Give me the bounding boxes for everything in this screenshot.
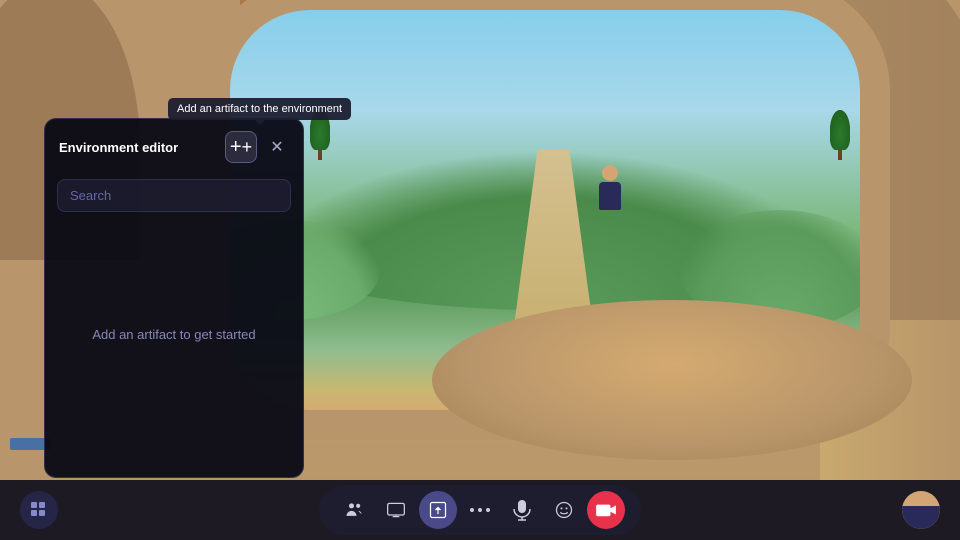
tree5 <box>830 110 850 160</box>
tree3 <box>310 110 330 160</box>
stage <box>432 300 912 460</box>
mic-icon <box>513 499 531 521</box>
grid-menu-button[interactable] <box>20 491 58 529</box>
plus-icon: + <box>233 139 249 155</box>
environment-editor-panel: Environment editor + ✕ Add an artifact t… <box>44 118 304 478</box>
avatar-body <box>599 182 621 210</box>
mic-button[interactable] <box>503 491 541 529</box>
toolbar-center <box>319 485 641 535</box>
camera-icon <box>595 501 617 519</box>
people-button[interactable] <box>335 491 373 529</box>
share-icon <box>428 500 448 520</box>
close-icon: ✕ <box>270 137 283 157</box>
grid-icon <box>30 501 48 519</box>
panel-title: Environment editor <box>59 140 178 155</box>
screen-share-button[interactable] <box>377 491 415 529</box>
more-options-button[interactable] <box>461 491 499 529</box>
emoji-icon <box>554 500 574 520</box>
toolbar <box>0 480 960 540</box>
empty-state: Add an artifact to get started <box>45 224 303 444</box>
camera-button[interactable] <box>587 491 625 529</box>
toolbar-left <box>20 491 58 529</box>
panel-header: Environment editor + ✕ <box>45 119 303 173</box>
people-icon <box>344 500 364 520</box>
search-container <box>45 173 303 224</box>
emoji-button[interactable] <box>545 491 583 529</box>
close-panel-button[interactable]: ✕ <box>265 135 289 159</box>
dots-icon <box>470 507 490 513</box>
scene-avatar <box>595 165 625 215</box>
avatar-image <box>902 491 940 529</box>
add-artifact-button[interactable]: + <box>225 131 257 163</box>
search-input[interactable] <box>57 179 291 212</box>
avatar-button[interactable] <box>902 491 940 529</box>
avatar-head <box>602 165 618 181</box>
share-button[interactable] <box>419 491 457 529</box>
empty-state-message: Add an artifact to get started <box>92 327 255 342</box>
panel-actions: + ✕ <box>225 131 289 163</box>
screen-icon <box>386 500 406 520</box>
toolbar-right <box>902 491 940 529</box>
